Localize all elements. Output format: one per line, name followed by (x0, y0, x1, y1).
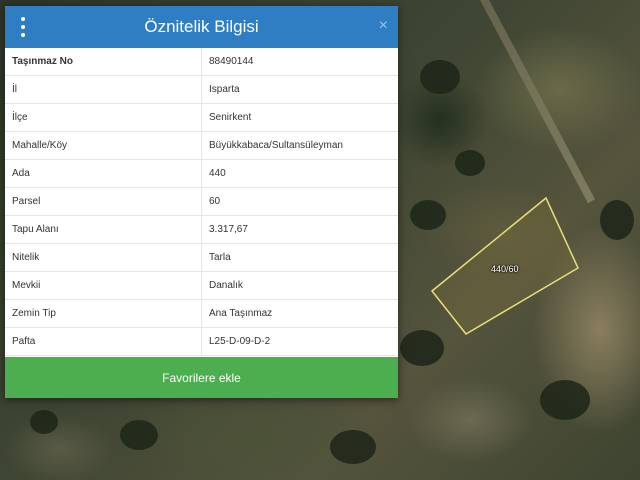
attribute-key: İlçe (5, 103, 202, 132)
attribute-info-dialog: Öznitelik Bilgisi × Taşınmaz No 88490144 İ… (5, 6, 398, 398)
dialog-header: Öznitelik Bilgisi × (5, 6, 398, 48)
attribute-key: Mahalle/Köy (5, 131, 202, 160)
table-row: Mahalle/Köy Büyükkabaca/Sultansüleyman (5, 131, 398, 160)
attribute-value: L25-D-09-D-2 (201, 327, 398, 356)
attribute-value: Senirkent (201, 103, 398, 132)
close-icon[interactable]: × (379, 16, 388, 36)
table-row: Tapu Alanı 3.317,67 (5, 215, 398, 244)
attribute-value: 88490144 (201, 48, 398, 76)
parcel-label: 440/60 (491, 264, 519, 274)
table-row: Mevkii Danalık (5, 271, 398, 300)
attribute-key: Zemin Tip (5, 299, 202, 328)
attribute-key: Parsel (5, 187, 202, 216)
add-to-favorites-button[interactable]: Favorilere ekle (5, 357, 398, 398)
attribute-value: 3.317,67 (201, 215, 398, 244)
table-row: Nitelik Tarla (5, 243, 398, 272)
table-row: İl Isparta (5, 75, 398, 104)
table-row: Ada 440 (5, 159, 398, 188)
attribute-value: 440 (201, 159, 398, 188)
attribute-key: Ada (5, 159, 202, 188)
table-row: İlçe Senirkent (5, 103, 398, 132)
table-row: Pafta L25-D-09-D-2 (5, 327, 398, 356)
table-row: Zemin Tip Ana Taşınmaz (5, 299, 398, 328)
table-row: Parsel 60 (5, 187, 398, 216)
table-row: Taşınmaz No 88490144 (5, 48, 398, 76)
dialog-title: Öznitelik Bilgisi (144, 17, 259, 36)
attribute-value: 60 (201, 187, 398, 216)
attribute-table: Taşınmaz No 88490144 İl Isparta İlçe Senirken… (5, 48, 398, 356)
attribute-key: Nitelik (5, 243, 202, 272)
attribute-key: İl (5, 75, 202, 104)
attribute-value: Isparta (201, 75, 398, 104)
attribute-value: Tarla (201, 243, 398, 272)
attribute-value: Ana Taşınmaz (201, 299, 398, 328)
attribute-key: Taşınmaz No (5, 48, 202, 76)
attribute-key: Tapu Alanı (5, 215, 202, 244)
attribute-value: Danalık (201, 271, 398, 300)
attribute-value: Büyükkabaca/Sultansüleyman (201, 131, 398, 160)
attribute-key: Pafta (5, 327, 202, 356)
attribute-key: Mevkii (5, 271, 202, 300)
